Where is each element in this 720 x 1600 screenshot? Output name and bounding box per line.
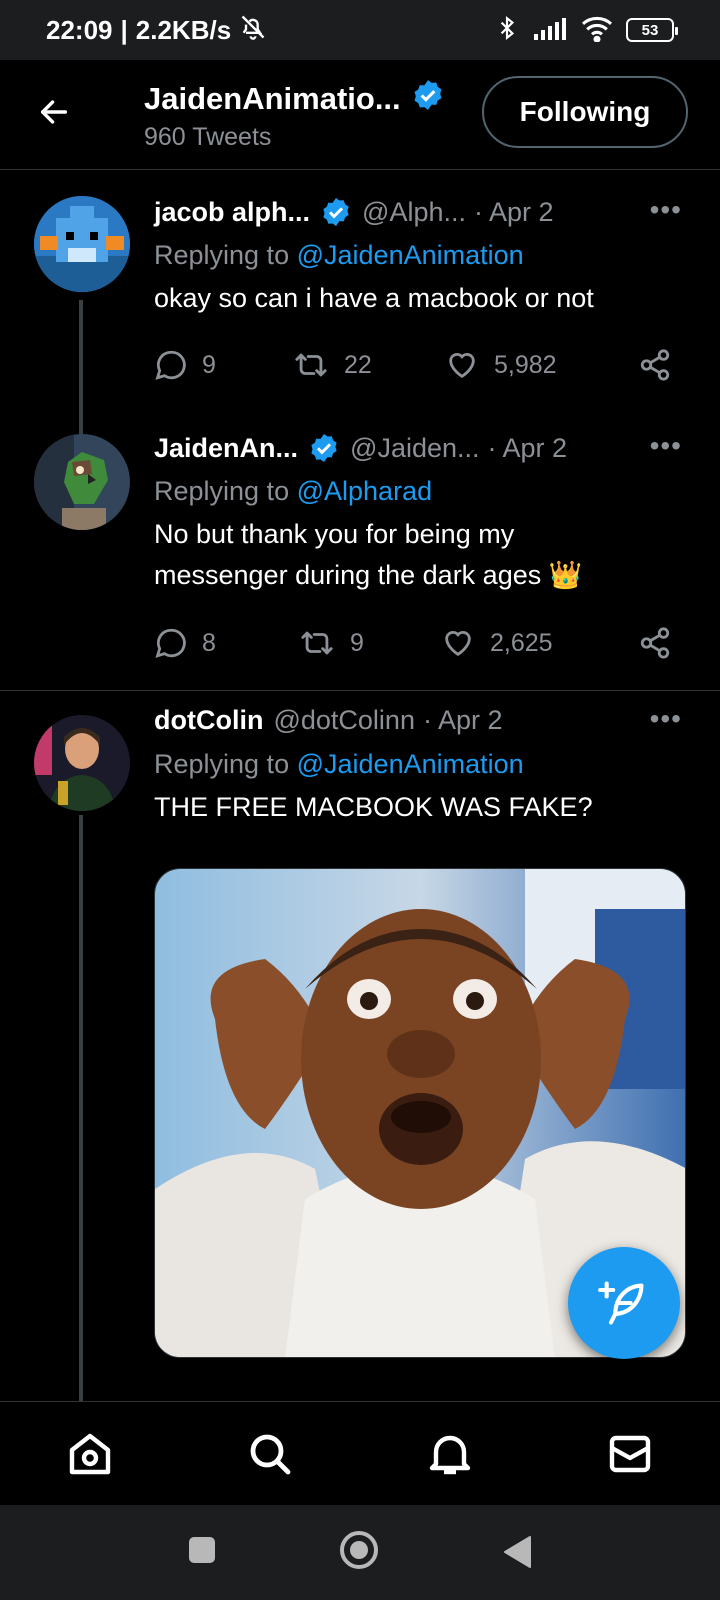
page-title: JaidenAnimatio...: [144, 81, 401, 116]
author-handle[interactable]: @Jaiden...: [350, 433, 479, 464]
retweet-button[interactable]: 9: [298, 626, 364, 660]
tweet-text: THE FREE MACBOOK WAS FAKE?: [154, 792, 593, 822]
search-icon: [250, 1434, 291, 1475]
messages-button[interactable]: [604, 1428, 656, 1480]
reply-icon: [155, 350, 186, 380]
share-button[interactable]: [638, 626, 672, 660]
tweet-2[interactable]: JaidenAn... @Jaiden... · Apr 2 ••• Reply…: [0, 418, 720, 690]
person-avatar-image: [34, 715, 130, 811]
tweet-date[interactable]: · Apr 2: [474, 197, 554, 228]
home-system-button[interactable]: [338, 1529, 380, 1576]
square-icon: [189, 1537, 215, 1563]
like-button[interactable]: 5,982: [444, 348, 557, 382]
author-handle[interactable]: @Alph...: [362, 197, 466, 228]
share-icon: [640, 349, 670, 381]
verified-icon: [411, 78, 445, 120]
replying-to-label: Replying to: [154, 476, 290, 506]
profile-header: JaidenAnimatio... 960 Tweets Following: [0, 60, 720, 170]
tweet-actions: 9 22 5,982: [154, 348, 684, 388]
bottom-navigation: [0, 1401, 720, 1505]
tweet-actions: 8 9 2,625: [154, 626, 684, 666]
arrow-left-icon: [40, 100, 68, 124]
back-system-button[interactable]: [502, 1535, 532, 1574]
author-name[interactable]: JaidenAn...: [154, 433, 298, 464]
compose-tweet-button[interactable]: [568, 1247, 680, 1359]
battery-icon: 53: [626, 18, 678, 42]
bell-icon: [429, 1435, 471, 1475]
avatar[interactable]: [34, 434, 130, 530]
retweet-icon: [301, 631, 333, 655]
search-button[interactable]: [244, 1428, 296, 1480]
home-button[interactable]: [64, 1428, 116, 1480]
mention-link[interactable]: @JaidenAnimation: [297, 240, 524, 270]
notifications-button[interactable]: [424, 1428, 476, 1480]
replying-to-label: Replying to: [154, 240, 290, 270]
mention-link[interactable]: @JaidenAnimation: [297, 749, 524, 779]
share-button[interactable]: [638, 348, 672, 382]
reply-button[interactable]: 9: [154, 348, 216, 382]
author-handle[interactable]: @dotColinn: [273, 705, 415, 736]
bluetooth-icon: [494, 14, 520, 47]
tweet-text: okay so can i have a macbook or not: [154, 283, 594, 313]
author-name[interactable]: dotColin: [154, 705, 263, 736]
heart-icon: [449, 353, 475, 379]
reply-button[interactable]: 8: [154, 626, 216, 660]
bell-off-icon: [239, 13, 267, 48]
status-time: 22:09: [46, 14, 113, 45]
system-navigation-bar: [0, 1505, 720, 1600]
parrot-avatar-image: [34, 434, 130, 530]
tweet-text: No but thank you for being my messenger …: [154, 519, 583, 590]
mail-icon: [609, 1435, 651, 1473]
mudkip-avatar-image: [34, 196, 130, 292]
battery-level: 53: [641, 21, 659, 39]
reply-icon: [155, 628, 186, 658]
reply-count: 9: [202, 350, 216, 379]
replying-to: Replying to @JaidenAnimation: [154, 240, 524, 271]
share-icon: [640, 627, 670, 659]
mention-link[interactable]: @Alpharad: [297, 476, 433, 506]
retweet-button[interactable]: 22: [292, 348, 372, 382]
status-bar: 22:09 | 2.2KB/s 53: [0, 0, 720, 60]
tweet-1[interactable]: jacob alph... @Alph... · Apr 2 ••• Reply…: [0, 172, 720, 422]
circle-icon: [340, 1531, 378, 1569]
heart-icon: [445, 631, 471, 657]
following-button[interactable]: Following: [482, 76, 688, 148]
avatar[interactable]: [34, 715, 130, 811]
signal-icon: [532, 16, 568, 45]
back-button[interactable]: [32, 90, 76, 134]
replying-to: Replying to @Alpharad: [154, 476, 432, 507]
tweet-count: 960 Tweets: [144, 123, 272, 151]
compose-feather-icon: [598, 1281, 644, 1325]
wifi-icon: [580, 14, 614, 47]
thread-line: [79, 815, 83, 1401]
author-name[interactable]: jacob alph...: [154, 197, 310, 228]
retweet-count: 9: [350, 628, 364, 657]
retweet-count: 22: [344, 350, 372, 379]
verified-icon: [320, 196, 352, 228]
more-options-icon[interactable]: •••: [650, 703, 682, 735]
like-count: 2,625: [490, 628, 553, 657]
replying-to: Replying to @JaidenAnimation: [154, 749, 524, 780]
reply-count: 8: [202, 628, 216, 657]
triangle-back-icon: [504, 1536, 531, 1568]
home-icon: [69, 1433, 111, 1475]
verified-icon: [308, 432, 340, 464]
avatar[interactable]: [34, 196, 130, 292]
status-separator: |: [120, 14, 128, 45]
tweet-date[interactable]: · Apr 2: [423, 705, 503, 736]
more-options-icon[interactable]: •••: [650, 194, 682, 226]
like-count: 5,982: [494, 350, 557, 379]
more-options-icon[interactable]: •••: [650, 430, 682, 462]
thread-line: [79, 300, 83, 422]
replying-to-label: Replying to: [154, 749, 290, 779]
tweet-date[interactable]: · Apr 2: [488, 433, 568, 464]
retweet-icon: [295, 353, 327, 377]
status-speed: 2.2KB/s: [135, 14, 232, 45]
recent-apps-button[interactable]: [187, 1535, 217, 1570]
like-button[interactable]: 2,625: [440, 626, 553, 660]
